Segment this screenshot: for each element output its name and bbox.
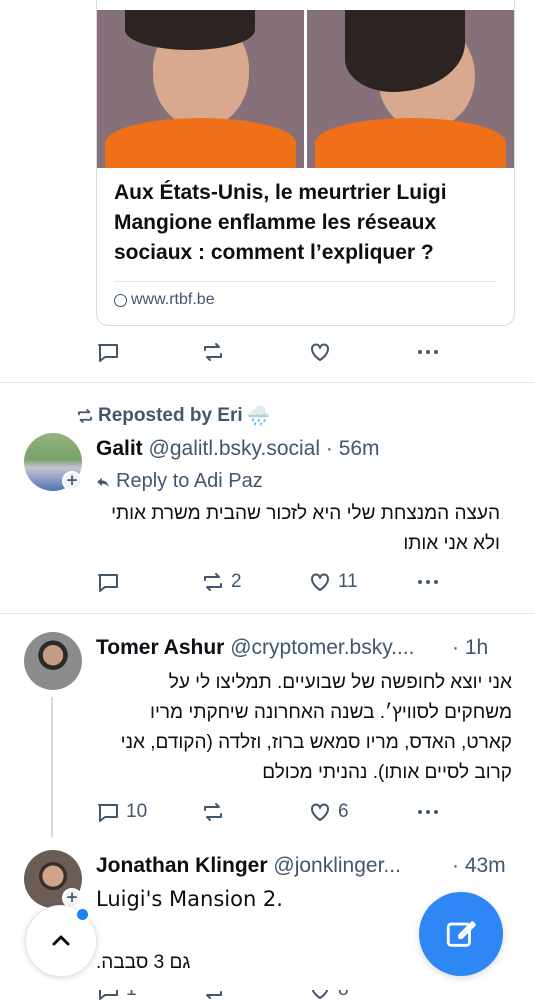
reply-icon <box>99 990 118 1000</box>
mugshot-profile-image <box>307 10 514 168</box>
like-button[interactable]: 11 <box>308 570 358 594</box>
like-icon <box>311 803 329 821</box>
link-card-image <box>97 10 514 168</box>
post-divider <box>0 613 535 614</box>
like-icon <box>311 343 329 361</box>
link-card-title: Aux États-Unis, le meurtrier Luigi Mangi… <box>114 181 447 264</box>
reply-to-line[interactable]: Reply to Adi Paz <box>96 470 263 493</box>
more-icon <box>418 350 438 354</box>
compose-button[interactable] <box>419 892 503 976</box>
reply-count: 1 <box>126 990 137 1000</box>
post-author-handle[interactable]: @galitl.bsky.social <box>149 437 321 460</box>
reply-button[interactable] <box>96 570 120 594</box>
repost-icon <box>206 991 222 999</box>
reply-count: 10 <box>126 801 148 822</box>
compose-icon <box>446 921 476 947</box>
reply-icon <box>98 574 118 592</box>
repost-label: Reposted by Eri <box>98 405 243 426</box>
follow-plus-icon[interactable]: + <box>62 471 82 491</box>
repost-emoji: 🌧️ <box>246 406 271 427</box>
more-button[interactable] <box>416 570 440 594</box>
thread-line <box>51 697 53 837</box>
post-time[interactable]: · 56m <box>326 437 380 460</box>
post3-meta: Tomer Ashur @cryptomer.bsky.... <box>96 636 415 660</box>
like-count: 8 <box>338 990 349 1000</box>
post-author-name[interactable]: Tomer Ashur <box>96 636 224 659</box>
repost-count: 2 <box>231 571 242 592</box>
repost-small-icon <box>78 409 92 423</box>
repost-button[interactable] <box>201 990 225 1000</box>
more-button[interactable] <box>416 800 440 824</box>
like-button[interactable] <box>308 340 332 364</box>
post-author-name[interactable]: Jonathan Klinger <box>96 854 268 877</box>
like-button[interactable]: 8 <box>308 990 349 1000</box>
repost-icon <box>204 573 222 591</box>
more-icon <box>418 580 438 584</box>
link-card-divider <box>114 281 497 282</box>
reply-icon <box>98 344 118 362</box>
repost-button[interactable]: 2 <box>201 570 242 594</box>
like-icon <box>311 990 329 999</box>
post-author-handle[interactable]: @cryptomer.bsky.... <box>230 636 414 659</box>
reply-icon <box>98 804 118 822</box>
reply-arrow-icon <box>97 477 109 487</box>
reply-button[interactable] <box>96 340 120 364</box>
chevron-up-icon <box>52 935 70 946</box>
post-divider <box>0 382 535 383</box>
post-author-name[interactable]: Galit <box>96 437 143 460</box>
repost-icon <box>204 343 222 361</box>
like-icon <box>311 573 329 591</box>
post-time[interactable]: · 43m <box>452 854 506 878</box>
avatar-tomer[interactable] <box>24 632 82 690</box>
reply-button[interactable]: 1 <box>96 990 137 1000</box>
repost-button[interactable] <box>201 340 225 364</box>
post-body: אני יוצא לחופשה של שבועיים. תמליצו לי על… <box>120 672 512 783</box>
like-button[interactable]: 6 <box>308 800 349 824</box>
post2-meta: Galit @galitl.bsky.social · 56m <box>96 437 380 461</box>
repost-indicator[interactable]: Reposted by Eri 🌧️ <box>76 404 270 428</box>
like-count: 11 <box>338 571 358 592</box>
new-posts-dot <box>75 907 90 922</box>
post4-actions-partial: 1 8 <box>0 990 535 1000</box>
repost-button[interactable] <box>201 800 225 824</box>
post-author-handle[interactable]: @jonklinger... <box>273 854 401 877</box>
post-body-line2: גם 3 סבבה. <box>96 952 191 973</box>
post-body-line1: Luigi's Mansion 2. <box>96 887 283 911</box>
more-button[interactable] <box>416 340 440 364</box>
link-card[interactable]: Aux États-Unis, le meurtrier Luigi Mangi… <box>96 0 515 326</box>
reply-to-text: Reply to Adi Paz <box>116 470 263 492</box>
repost-icon <box>204 803 222 821</box>
reply-button[interactable]: 10 <box>96 800 147 824</box>
post-time[interactable]: · 1h <box>452 636 488 660</box>
mugshot-front-image <box>97 10 304 168</box>
like-count: 6 <box>338 801 349 822</box>
globe-icon <box>114 293 127 307</box>
link-card-domain-text: www.rtbf.be <box>131 291 215 308</box>
post-body: העצה המנצחת שלי היא לזכור שהבית משרת אות… <box>111 503 500 554</box>
link-card-domain: www.rtbf.be <box>114 291 215 309</box>
post4-meta: Jonathan Klinger @jonklinger... <box>96 854 401 878</box>
more-icon <box>418 810 438 814</box>
